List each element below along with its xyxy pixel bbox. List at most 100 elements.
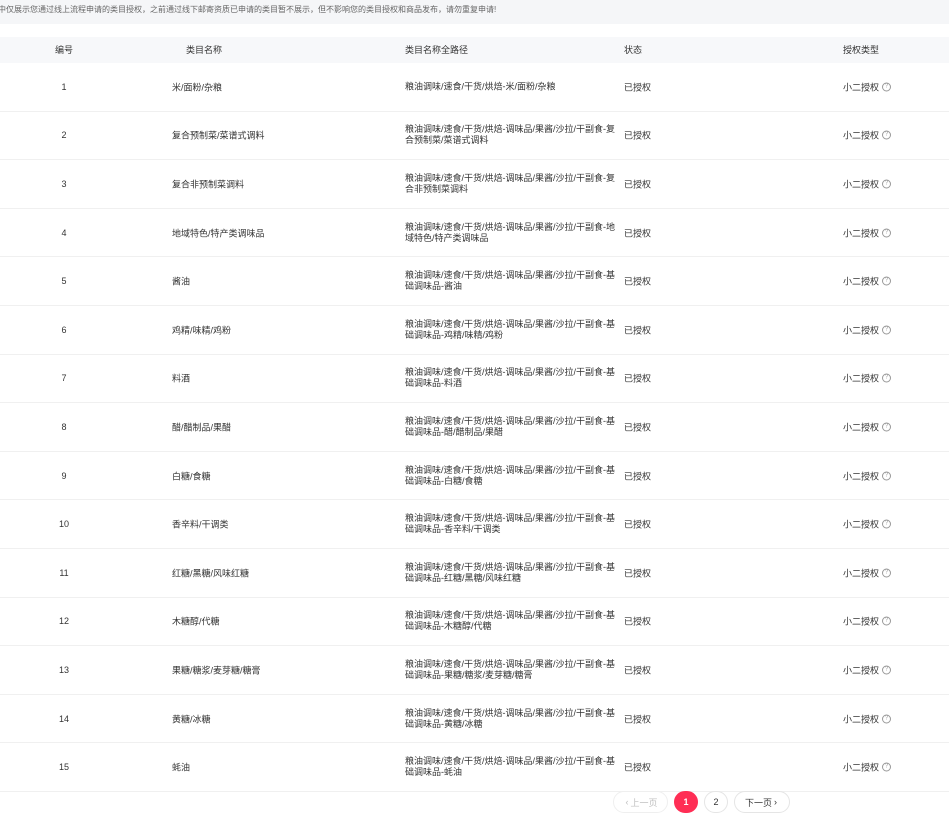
category-name: 果糖/糖浆/麦芽糖/糖膏	[172, 665, 261, 676]
row-number: 4	[61, 227, 67, 238]
authorization-type-label: 小二授权	[843, 665, 880, 676]
row-number: 13	[58, 664, 69, 675]
prev-page-button[interactable]: ‹ 上一页	[613, 791, 668, 813]
category-full-path: 粮油调味/速食/干货/烘焙-调味品/果酱/沙拉/干副食-基础调味品-蚝油	[405, 756, 615, 778]
help-circle-icon[interactable]: ?	[882, 422, 892, 432]
category-full-path: 粮油调味/速食/干货/烘焙-调味品/果酱/沙拉/干副食-基础调味品-料酒	[405, 367, 615, 389]
authorization-type: 小二授权?	[843, 663, 892, 676]
authorization-type-label: 小二授权	[843, 325, 880, 336]
table-row: 8 醋/醋制品/果醋 粮油调味/速食/干货/烘焙-调味品/果酱/沙拉/干副食-基础调…	[0, 403, 949, 452]
category-name: 复合预制菜/菜谱式调料	[172, 130, 265, 141]
page-button-1[interactable]: 1	[674, 791, 698, 813]
row-number: 7	[61, 373, 67, 384]
help-circle-icon[interactable]: ?	[882, 762, 892, 772]
status-text: 已授权	[624, 568, 652, 579]
category-full-path: 粮油调味/速食/干货/烘焙-调味品/果酱/沙拉/干副食-基础调味品-酱油	[405, 270, 615, 292]
category-name: 香辛料/干调类	[172, 519, 229, 530]
row-number: 3	[61, 178, 67, 189]
table-row: 6 鸡精/味精/鸡粉 粮油调味/速食/干货/烘焙-调味品/果酱/沙拉/干副食-基础调…	[0, 306, 949, 355]
help-circle-icon[interactable]: ?	[882, 276, 892, 286]
status-text: 已授权	[624, 762, 652, 773]
help-circle-icon[interactable]: ?	[882, 471, 892, 481]
category-name: 蚝油	[172, 762, 191, 773]
authorization-type: 小二授权?	[843, 469, 892, 482]
help-circle-icon[interactable]: ?	[882, 568, 892, 578]
category-name: 白糖/食糖	[172, 471, 211, 482]
status-text: 已授权	[624, 130, 652, 141]
status-text: 已授权	[624, 228, 652, 239]
category-full-path: 粮油调味/速食/干货/烘焙-调味品/果酱/沙拉/干副食-基础调味品-鸡精/味精/…	[405, 318, 615, 340]
authorization-type: 小二授权?	[843, 518, 892, 531]
category-full-path: 粮油调味/速食/干货/烘焙-调味品/果酱/沙拉/干副食-基础调味品-醋/醋制品/…	[405, 415, 615, 437]
help-circle-icon[interactable]: ?	[882, 373, 892, 383]
row-number: 8	[61, 421, 67, 432]
header-status: 状态	[624, 45, 643, 55]
table-row: 10 香辛料/干调类 粮油调味/速食/干货/烘焙-调味品/果酱/沙拉/干副食-基础调…	[0, 500, 949, 549]
help-circle-icon[interactable]: ?	[882, 616, 892, 626]
category-full-path: 粮油调味/速食/干货/烘焙-调味品/果酱/沙拉/干副食-基础调味品-红糖/黑糖/…	[405, 561, 615, 583]
header-name: 类目名称	[186, 45, 223, 55]
row-number: 10	[58, 519, 69, 530]
help-circle-icon[interactable]: ?	[882, 665, 892, 675]
help-circle-icon[interactable]: ?	[882, 82, 892, 92]
authorization-type-label: 小二授权	[843, 179, 880, 190]
category-name: 料酒	[172, 373, 191, 384]
category-name: 米/面粉/杂粮	[172, 82, 223, 93]
row-number: 11	[59, 567, 69, 578]
authorization-type-label: 小二授权	[843, 82, 880, 93]
help-circle-icon[interactable]: ?	[882, 714, 892, 724]
help-circle-icon[interactable]: ?	[882, 179, 892, 189]
status-text: 已授权	[624, 471, 652, 482]
category-name: 复合非预制菜调料	[172, 179, 245, 190]
notice-text: 中仅展示您通过线上流程申请的类目授权，之前通过线下邮寄资质已申请的类目暂不展示，…	[0, 5, 497, 14]
next-page-button[interactable]: 下一页 ›	[734, 791, 790, 813]
help-circle-icon[interactable]: ?	[882, 228, 892, 238]
table-row: 12 木糖醇/代糖 粮油调味/速食/干货/烘焙-调味品/果酱/沙拉/干副食-基础调味…	[0, 598, 949, 647]
authorization-type: 小二授权?	[843, 372, 892, 385]
row-number: 15	[58, 762, 69, 773]
authorization-type-label: 小二授权	[843, 130, 880, 141]
help-circle-icon[interactable]: ?	[882, 130, 892, 140]
table-row: 2 复合预制菜/菜谱式调料 粮油调味/速食/干货/烘焙-调味品/果酱/沙拉/干副食-…	[0, 112, 949, 161]
help-circle-icon[interactable]: ?	[882, 519, 892, 529]
header-path: 类目名称全路径	[405, 45, 469, 55]
status-text: 已授权	[624, 82, 652, 93]
table-header: 编号 类目名称 类目名称全路径 状态 授权类型	[0, 37, 949, 63]
chevron-right-icon: ›	[774, 797, 777, 807]
table-row: 9 白糖/食糖 粮油调味/速食/干货/烘焙-调味品/果酱/沙拉/干副食-基础调味品-…	[0, 452, 949, 501]
status-text: 已授权	[624, 519, 652, 530]
authorization-type-label: 小二授权	[843, 373, 880, 384]
authorization-type: 小二授权?	[843, 420, 892, 433]
status-text: 已授权	[624, 276, 652, 287]
category-full-path: 粮油调味/速食/干货/烘焙-调味品/果酱/沙拉/干副食-基础调味品-白糖/食糖	[405, 464, 615, 486]
row-number: 2	[61, 130, 67, 141]
authorization-type: 小二授权?	[843, 615, 892, 628]
pagination: ‹ 上一页 1 2 下一页 ›	[613, 791, 790, 813]
authorization-type: 小二授权?	[843, 129, 892, 142]
authorization-type: 小二授权?	[843, 226, 892, 239]
row-number: 14	[58, 713, 69, 724]
notice-banner: 中仅展示您通过线上流程申请的类目授权，之前通过线下邮寄资质已申请的类目暂不展示，…	[0, 0, 949, 24]
authorization-type-label: 小二授权	[843, 422, 880, 433]
status-text: 已授权	[624, 616, 652, 627]
table-row: 14 黄糖/冰糖 粮油调味/速食/干货/烘焙-调味品/果酱/沙拉/干副食-基础调味品…	[0, 695, 949, 744]
status-text: 已授权	[624, 373, 652, 384]
table-body: 1 米/面粉/杂粮 粮油调味/速食/干货/烘焙-米/面粉/杂粮 已授权 小二授权? 2 复合…	[0, 63, 949, 792]
page-button-2[interactable]: 2	[704, 791, 728, 813]
status-text: 已授权	[624, 325, 652, 336]
table-row: 5 酱油 粮油调味/速食/干货/烘焙-调味品/果酱/沙拉/干副食-基础调味品-酱油已…	[0, 257, 949, 306]
category-name: 木糖醇/代糖	[172, 616, 220, 627]
header-no: 编号	[54, 45, 73, 55]
authorization-type: 小二授权?	[843, 761, 892, 774]
authorization-type-label: 小二授权	[843, 519, 880, 530]
authorization-type-label: 小二授权	[843, 714, 880, 725]
prev-page-label: 上一页	[630, 797, 658, 808]
header-type: 授权类型	[843, 45, 880, 55]
category-name: 地域特色/特产类调味品	[172, 228, 265, 239]
authorization-type-label: 小二授权	[843, 762, 880, 773]
status-text: 已授权	[624, 665, 652, 676]
category-table: 编号 类目名称 类目名称全路径 状态 授权类型 1 米/面粉/杂粮粮油调味/速食/…	[0, 37, 949, 792]
category-full-path: 粮油调味/速食/干货/烘焙-调味品/果酱/沙拉/干副食-复合预制菜/菜谱式调料	[405, 124, 615, 146]
row-number: 1	[61, 81, 67, 92]
help-circle-icon[interactable]: ?	[882, 325, 892, 335]
